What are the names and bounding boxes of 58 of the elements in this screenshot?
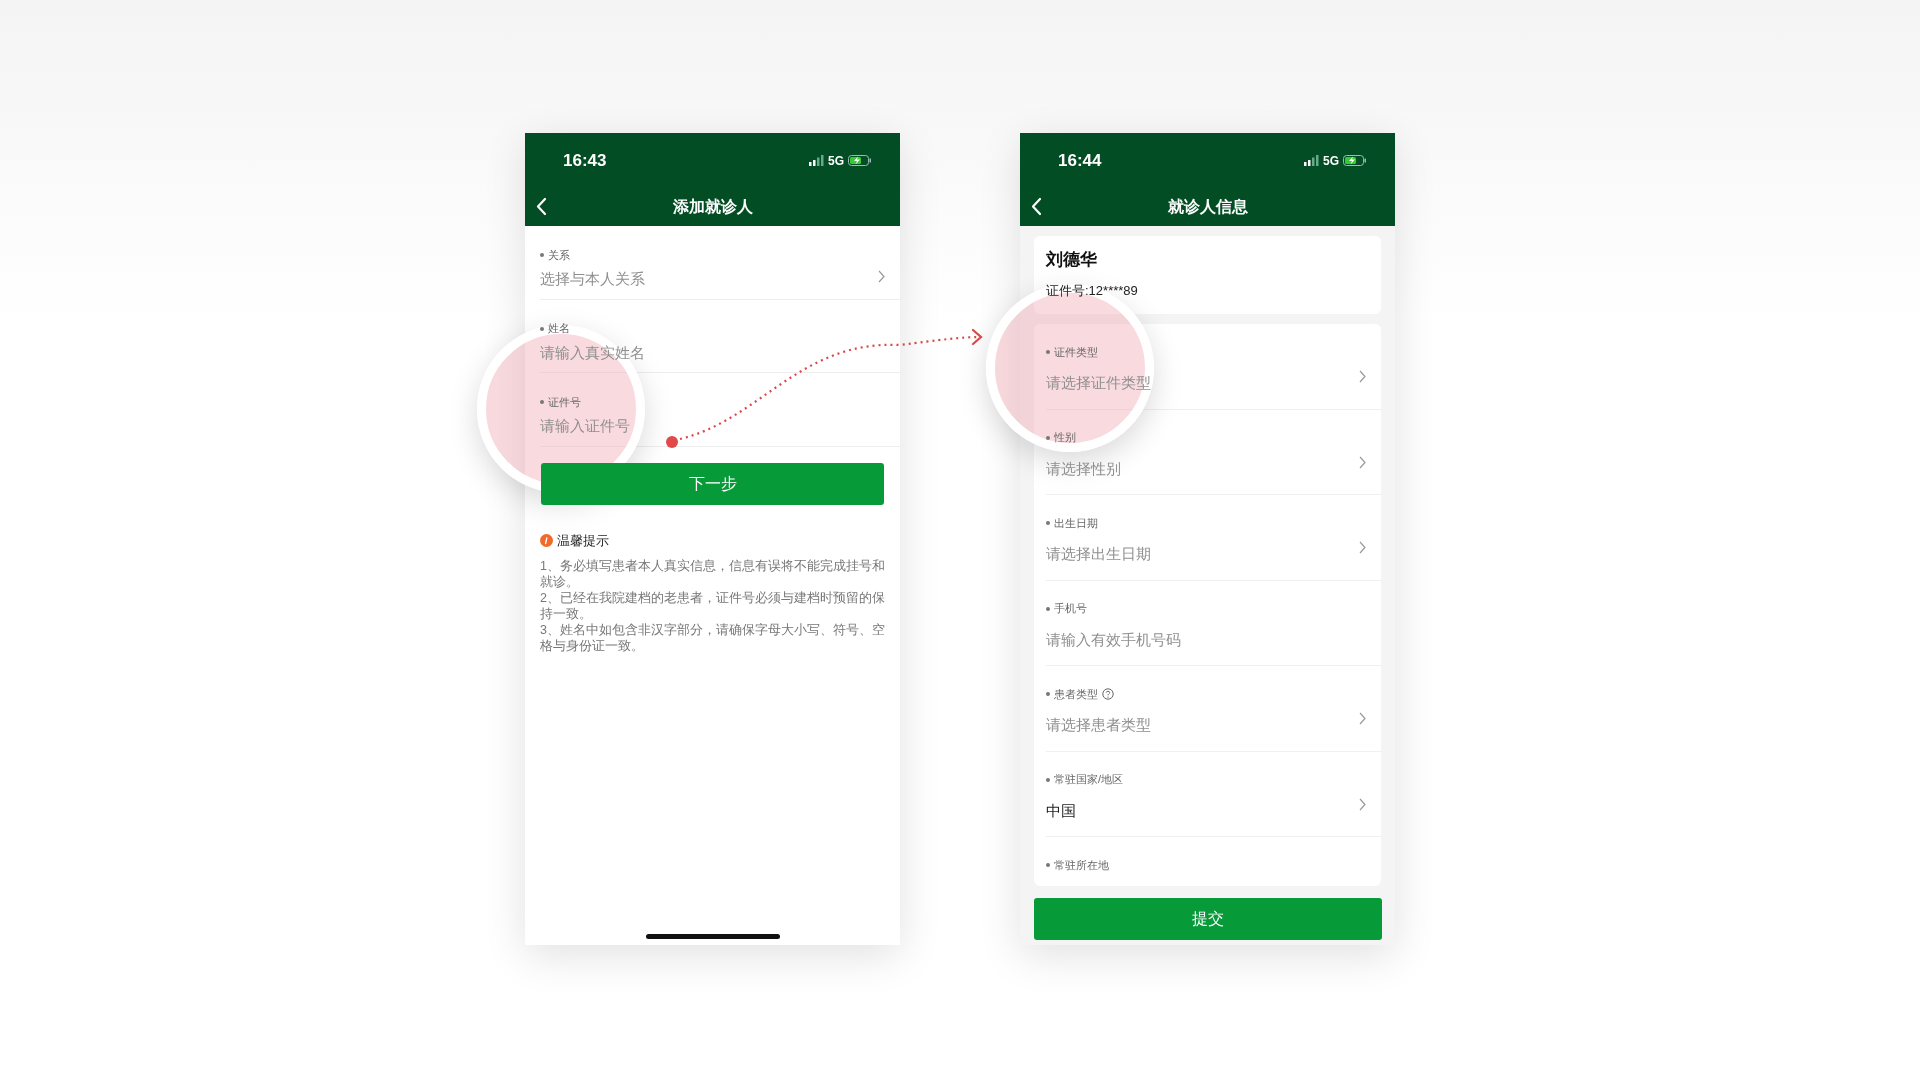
field-label: 常驻国家/地区	[1046, 772, 1124, 787]
signal-icon	[1304, 155, 1319, 166]
input-field[interactable]: 请选择证件类型	[1046, 373, 1151, 393]
tip-text: 3、姓名中如包含非汉字部分，请确保字母大小写、符号、空格与身份证一致。	[540, 622, 885, 654]
network-label: 5G	[1323, 152, 1339, 170]
required-dot	[1046, 350, 1050, 354]
required-dot	[540, 253, 544, 257]
field-value[interactable]: 中国	[1046, 800, 1076, 820]
field-label: 姓名	[540, 321, 570, 336]
info-icon	[540, 533, 553, 547]
required-dot	[540, 326, 544, 331]
required-dot	[1046, 435, 1050, 440]
field-label: 常驻所在地	[1046, 857, 1109, 873]
input-field[interactable]: 请选择患者类型	[1046, 715, 1151, 735]
patient-name: 刘德华	[1046, 249, 1098, 271]
back-icon[interactable]	[1030, 197, 1044, 216]
input-field[interactable]: 请输入真实姓名	[540, 342, 645, 362]
chevron-right-icon	[1358, 712, 1367, 726]
input-field[interactable]: 选择与本人关系	[540, 269, 645, 289]
field-label: 关系	[540, 247, 570, 263]
back-icon[interactable]	[535, 197, 549, 216]
chevron-right-icon	[877, 269, 886, 283]
field-label: 证件类型	[1046, 344, 1098, 360]
chevron-right-icon	[1358, 797, 1367, 811]
status-time: 16:44	[1058, 149, 1102, 172]
signal-icon	[809, 155, 824, 166]
required-dot	[1046, 606, 1050, 611]
required-dot	[1046, 692, 1050, 696]
required-dot	[1046, 777, 1050, 782]
field-label: 患者类型	[1046, 686, 1114, 702]
chevron-right-icon	[1358, 455, 1367, 469]
screen-title: 添加就诊人	[672, 197, 753, 217]
input-field[interactable]: 请选择性别	[1046, 458, 1121, 478]
field-label: 手机号	[1046, 601, 1087, 616]
field-label: 证件号	[540, 394, 581, 410]
tip-text: 1、务必填写患者本人真实信息，信息有误将不能完成挂号和就诊。	[540, 558, 885, 590]
submit-button[interactable]: 提交	[1034, 898, 1382, 940]
tips-title: 温馨提示	[557, 531, 609, 550]
input-field[interactable]: 请输入有效手机号码	[1046, 629, 1181, 649]
next-button[interactable]: 下一步	[541, 462, 884, 505]
chevron-right-icon	[1358, 541, 1367, 555]
required-dot	[1046, 521, 1050, 525]
status-time: 16:43	[563, 149, 607, 172]
input-field[interactable]: 请输入证件号	[540, 416, 630, 436]
required-dot	[540, 400, 544, 404]
input-field[interactable]: 请选择出生日期	[1046, 544, 1151, 564]
chevron-right-icon	[1358, 370, 1367, 384]
help-icon[interactable]	[1102, 688, 1114, 700]
marker-dot	[666, 436, 678, 448]
required-dot	[1046, 863, 1050, 867]
battery-icon	[1343, 155, 1367, 166]
field-label: 出生日期	[1046, 515, 1098, 531]
battery-icon	[848, 155, 872, 166]
network-label: 5G	[828, 152, 844, 170]
field-label: 性别	[1046, 430, 1076, 445]
screen-title: 就诊人信息	[1167, 197, 1248, 217]
id-number: 证件号:12****89	[1046, 281, 1139, 300]
tip-text: 2、已经在我院建档的老患者，证件号必须与建档时预留的保持一致。	[540, 590, 885, 622]
